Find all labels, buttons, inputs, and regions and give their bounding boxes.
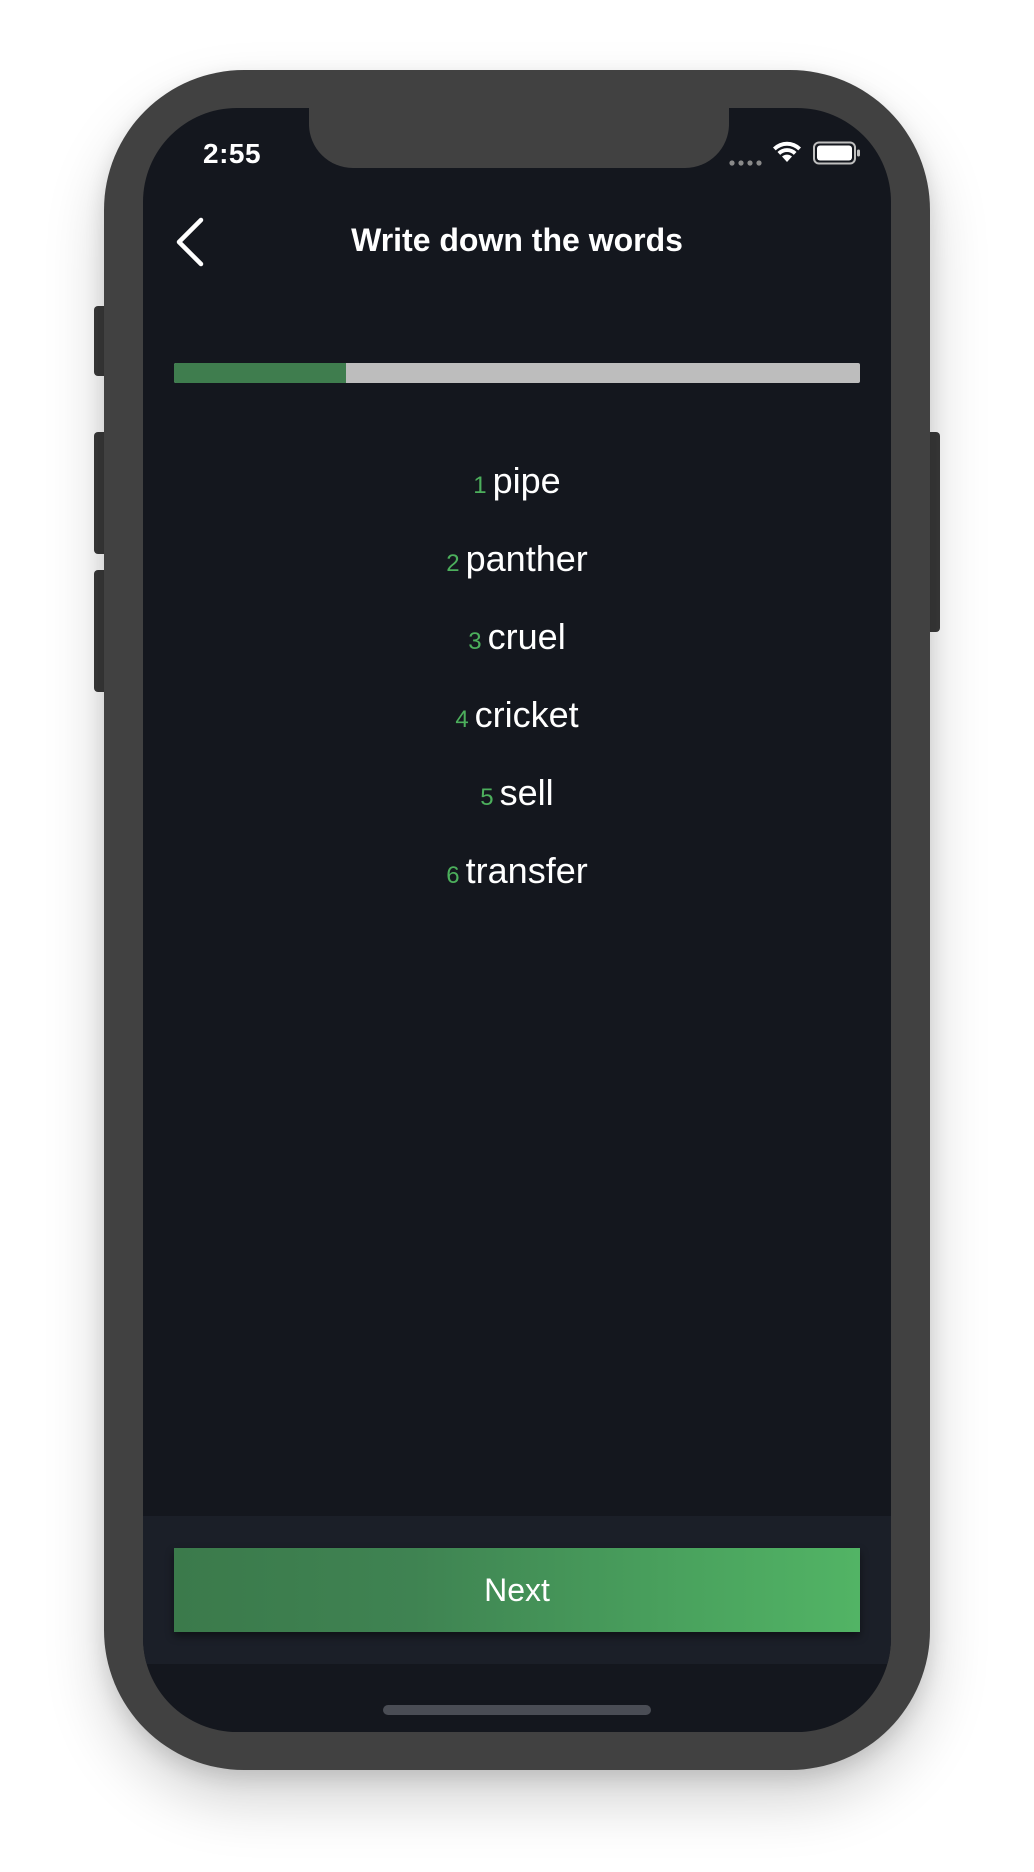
word-text: pipe (492, 460, 561, 501)
word-number: 6 (446, 862, 460, 889)
app-screen: 2:55 Write down the words 1 pipe 2 panth… (143, 108, 891, 1732)
word-list-item: 5 sell (143, 772, 891, 850)
wifi-icon (773, 141, 801, 162)
word-list-item: 1 pipe (143, 460, 891, 538)
word-number: 4 (455, 706, 469, 733)
word-text: panther (465, 538, 588, 579)
word-text: transfer (465, 850, 588, 891)
word-list-item: 4 cricket (143, 694, 891, 772)
word-number: 3 (468, 628, 482, 655)
word-list-item: 3 cruel (143, 616, 891, 694)
word-number: 2 (446, 550, 460, 577)
word-number: 5 (480, 784, 494, 811)
notch (309, 108, 729, 168)
device-mockup: 2:55 Write down the words 1 pipe 2 panth… (0, 0, 1034, 1872)
word-list-item: 6 transfer (143, 850, 891, 928)
cellular-signal-icon (729, 160, 762, 166)
page-title: Write down the words (351, 222, 683, 258)
word-list-item: 2 panther (143, 538, 891, 616)
word-list: 1 pipe 2 panther 3 cruel 4 cricket 5 sell 6 tr… (143, 460, 891, 928)
battery-icon (813, 141, 860, 165)
word-number: 1 (473, 472, 487, 499)
word-text: cruel (487, 616, 566, 657)
progress-bar-fill (174, 363, 346, 383)
word-text: cricket (474, 694, 579, 735)
home-indicator[interactable] (383, 1705, 651, 1715)
status-time: 2:55 (203, 138, 262, 169)
bottom-bar: Next (143, 1516, 891, 1664)
progress-bar (174, 363, 860, 383)
word-text: sell (499, 772, 554, 813)
next-button[interactable]: Next (174, 1548, 860, 1632)
